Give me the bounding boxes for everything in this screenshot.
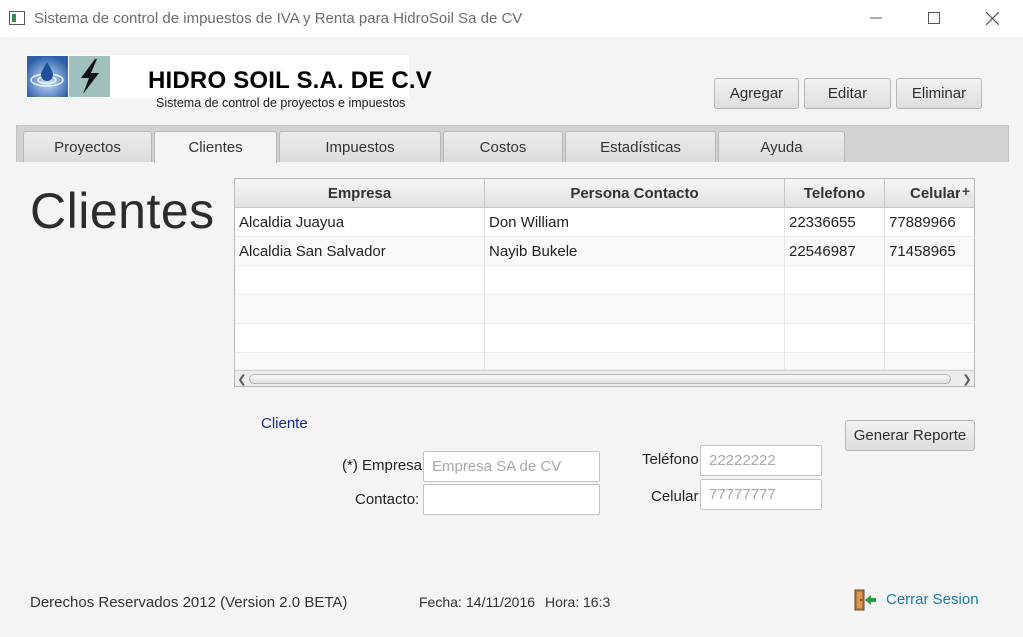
table-row[interactable]: Alcaldia San Salvador Nayib Bukele 22546… — [235, 237, 974, 266]
empty-cell — [485, 266, 785, 295]
minimize-button[interactable] — [847, 0, 905, 36]
empty-table-row — [235, 266, 974, 295]
clients-table: Empresa Persona Contacto Telefono Celula… — [234, 178, 975, 387]
cell-celular: 77889966 — [889, 214, 956, 231]
column-header-persona-contacto[interactable]: Persona Contacto — [485, 179, 785, 208]
delete-button[interactable]: Eliminar — [896, 78, 982, 109]
water-drop-logo-icon — [27, 56, 68, 97]
company-name: HIDRO SOIL S.A. DE C.V — [148, 67, 432, 94]
time-value: 16:3 — [583, 594, 611, 610]
generate-report-button[interactable]: Generar Reporte — [845, 420, 975, 451]
time-label: Hora: — [545, 594, 580, 610]
scroll-left-arrow-icon[interactable]: ❮ — [235, 372, 249, 386]
cell-empresa: Alcaldia Juayua — [235, 208, 485, 237]
minimize-icon — [870, 17, 882, 19]
plus-icon[interactable]: + — [960, 184, 972, 198]
empty-cell — [785, 353, 885, 370]
copyright-text: Derechos Reservados 2012 (Version 2.0 BE… — [30, 594, 348, 611]
empty-cell — [485, 353, 785, 370]
column-header-empresa[interactable]: Empresa — [235, 179, 485, 208]
page-title: Clientes — [30, 183, 215, 239]
empty-table-row — [235, 295, 974, 324]
tab-costos[interactable]: Costos — [443, 131, 563, 162]
telefono-input[interactable] — [700, 445, 822, 476]
contacto-label: Contacto: — [355, 491, 420, 508]
cell-telefono: 22546987 — [785, 237, 885, 266]
empresa-label: (*) Empresa: — [342, 457, 427, 474]
cell-persona-contacto: Don William — [485, 208, 785, 237]
cell-celular: 71458965 — [889, 243, 956, 260]
date-label: Fecha: — [419, 594, 462, 610]
logout-link[interactable]: Cerrar Sesion — [886, 591, 979, 608]
contacto-input[interactable] — [423, 484, 600, 515]
scroll-right-arrow-icon[interactable]: ❯ — [960, 372, 974, 386]
window-title: Sistema de control de impuestos de IVA y… — [34, 10, 523, 27]
horizontal-scrollbar[interactable]: ❮ ❯ — [235, 370, 974, 386]
close-icon — [985, 11, 999, 25]
celular-label: Celular: — [651, 488, 703, 505]
maximize-icon — [928, 12, 940, 24]
company-subtitle: Sistema de control de proyectos e impues… — [156, 96, 406, 110]
tab-estadisticas[interactable]: Estadísticas — [565, 131, 716, 162]
empty-cell — [785, 295, 885, 324]
table-header: Empresa Persona Contacto Telefono Celula… — [235, 179, 974, 208]
tab-impuestos[interactable]: Impuestos — [279, 131, 441, 162]
empty-cell — [235, 324, 485, 353]
column-header-telefono[interactable]: Telefono — [785, 179, 885, 208]
lightning-bolt-logo-icon — [69, 56, 110, 97]
app-icon — [9, 11, 25, 25]
telefono-label: Teléfono: — [642, 451, 702, 468]
maximize-button[interactable] — [905, 0, 963, 36]
empty-cell — [235, 353, 485, 370]
scrollbar-thumb[interactable] — [249, 374, 951, 384]
table-row[interactable]: Alcaldia Juayua Don William 22336655 778… — [235, 208, 974, 237]
edit-button[interactable]: Editar — [804, 78, 891, 109]
empty-cell — [235, 266, 485, 295]
client-section-title: Cliente — [261, 415, 308, 432]
cell-persona-contacto: Nayib Bukele — [485, 237, 785, 266]
cell-telefono: 22336655 — [785, 208, 885, 237]
tab-clientes[interactable]: Clientes — [154, 131, 277, 163]
date-value: 14/11/2016 — [466, 594, 536, 610]
empty-cell — [785, 266, 885, 295]
cell-empresa: Alcaldia San Salvador — [235, 237, 485, 266]
empty-cell — [235, 295, 485, 324]
close-button[interactable] — [963, 0, 1021, 36]
empty-table-row — [235, 353, 974, 370]
empresa-input[interactable] — [423, 451, 600, 482]
empty-table-row — [235, 324, 974, 353]
tab-ayuda[interactable]: Ayuda — [718, 131, 845, 162]
exit-door-icon[interactable] — [853, 588, 877, 612]
celular-input[interactable] — [700, 479, 822, 510]
tab-proyectos[interactable]: Proyectos — [23, 131, 152, 162]
empty-cell — [485, 295, 785, 324]
add-button[interactable]: Agregar — [714, 78, 799, 109]
empty-cell — [785, 324, 885, 353]
empty-cell — [485, 324, 785, 353]
